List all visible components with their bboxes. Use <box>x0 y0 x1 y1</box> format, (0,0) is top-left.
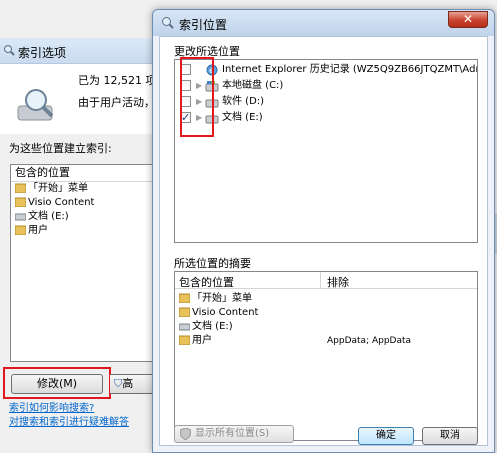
dialog-titlebar: 索引位置 ✕ <box>153 10 494 36</box>
exclude-value: AppData; AppData <box>327 336 412 346</box>
tree-item-documents-e[interactable]: ▶ 文档 (E:) <box>175 110 477 126</box>
summary-label: 所选位置的摘要 <box>174 257 251 270</box>
window-title: 索引选项 <box>18 46 67 60</box>
list-item[interactable]: 用户 <box>11 224 169 238</box>
how-indexing-affects-search-link[interactable]: 索引如何影响搜索? <box>9 399 94 414</box>
included-locations-list[interactable]: 包含的位置 「开始」菜单 Visio Content 文档 (E:) 用户 <box>10 164 170 362</box>
index-locations-label: 为这些位置建立索引: <box>9 142 112 155</box>
drive-icon <box>179 323 190 331</box>
ok-button[interactable]: 确定 <box>358 427 414 445</box>
folder-icon <box>15 183 26 193</box>
troubleshoot-link[interactable]: 对搜索和索引进行疑难解答 <box>9 413 129 428</box>
folder-icon <box>15 225 26 235</box>
dialog-body: 更改所选位置 e Internet Explorer 历史记录 (WZ5Q9ZB… <box>159 36 488 446</box>
list-item[interactable]: 「开始」菜单 <box>11 182 169 196</box>
column-header-excluded[interactable]: 排除 <box>327 274 349 290</box>
column-divider[interactable] <box>320 272 321 289</box>
table-row: 用户 <box>179 334 212 348</box>
folder-icon <box>15 197 26 207</box>
tree-item-local-disk-c[interactable]: ▶ 本地磁盘 (C:) <box>175 78 477 94</box>
drive-icon <box>15 213 26 221</box>
indexed-count-text: 已为 12,521 项 <box>78 74 157 87</box>
tree-item-software-d[interactable]: ▶ 软件 (D:) <box>175 94 477 110</box>
summary-list[interactable]: 包含的位置 排除 「开始」菜单 Visio Content 文档 (E:) 用户… <box>174 271 478 441</box>
included-locations-header: 包含的位置 <box>11 165 169 182</box>
index-status-panel: 已为 12,521 项 由于用户活动，索 <box>0 64 166 134</box>
folder-icon <box>179 307 190 317</box>
folder-icon <box>179 335 190 345</box>
magnifier-drive-icon <box>17 89 54 121</box>
folder-icon <box>179 293 190 303</box>
column-header-included[interactable]: 包含的位置 <box>179 274 234 290</box>
indexed-locations-dialog: 索引位置 ✕ 更改所选位置 e Internet Explorer 历史记录 (… <box>152 9 495 453</box>
summary-header: 包含的位置 排除 <box>175 272 477 289</box>
dialog-title: 索引位置 <box>179 18 228 32</box>
shield-icon <box>180 428 191 440</box>
tree-item-ie-history[interactable]: e Internet Explorer 历史记录 (WZ5Q9ZB66JTQZM… <box>175 62 477 78</box>
table-row: Visio Content <box>179 306 258 320</box>
advanced-button[interactable]: ⛉高 <box>110 374 158 394</box>
list-item[interactable]: 文档 (E:) <box>11 210 169 224</box>
close-button[interactable]: ✕ <box>448 11 488 28</box>
search-magnifier-icon <box>4 45 15 56</box>
list-item[interactable]: Visio Content <box>11 196 169 210</box>
table-row: 文档 (E:) <box>179 320 233 334</box>
show-all-locations-button[interactable]: 显示所有位置(S) <box>174 425 294 443</box>
search-magnifier-icon <box>162 17 174 29</box>
location-tree[interactable]: e Internet Explorer 历史记录 (WZ5Q9ZB66JTQZM… <box>174 59 478 243</box>
indexing-options-titlebar: 索引选项 <box>0 38 170 64</box>
table-row: 「开始」菜单 <box>179 292 252 306</box>
shield-icon: ⛉ <box>114 377 123 390</box>
highlight-box <box>3 367 111 399</box>
cancel-button[interactable]: 取消 <box>422 427 478 445</box>
highlight-box <box>180 57 214 137</box>
